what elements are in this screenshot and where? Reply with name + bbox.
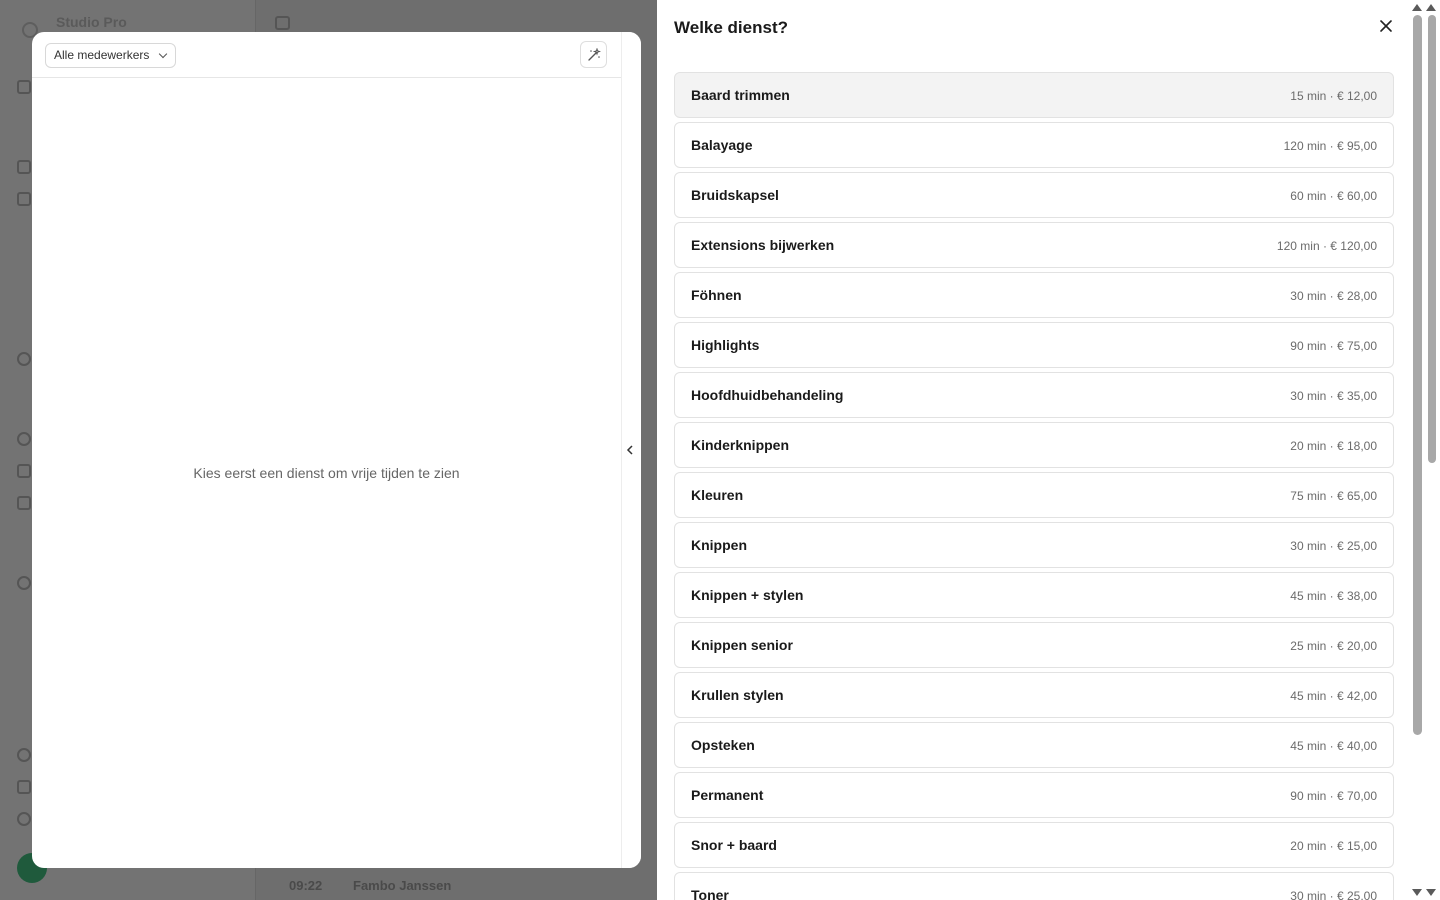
service-duration-price: 60 min · € 60,00 <box>1290 189 1377 203</box>
availability-toolbar: Alle medewerkers <box>32 32 621 78</box>
service-name: Opsteken <box>691 737 755 753</box>
scroll-up-arrow-icon[interactable] <box>1426 4 1436 11</box>
brand-name: Studio Pro <box>56 14 127 30</box>
service-name: Föhnen <box>691 287 742 303</box>
service-duration-price: 75 min · € 65,00 <box>1290 489 1377 503</box>
service-name: Kleuren <box>691 487 744 503</box>
service-name: Knippen + stylen <box>691 587 804 603</box>
service-duration-price: 90 min · € 75,00 <box>1290 339 1377 353</box>
settings-icon <box>17 576 31 590</box>
appointment-time: 09:22 <box>289 878 323 893</box>
service-item[interactable]: Bruidskapsel 60 min · € 60,00 <box>674 172 1394 218</box>
collapse-panel-button[interactable] <box>625 443 637 457</box>
service-item[interactable]: Kleuren 75 min · € 65,00 <box>674 472 1394 518</box>
staff-filter-value: Alle medewerkers <box>54 48 150 62</box>
staff-filter-select[interactable]: Alle medewerkers <box>45 43 177 68</box>
service-item[interactable]: Hoofdhuidbehandeling 30 min · € 35,00 <box>674 372 1394 418</box>
chevron-left-icon <box>626 445 633 455</box>
empty-state-message: Kies eerst een dienst om vrije tijden te… <box>193 465 460 481</box>
service-item[interactable]: Snor + baard 20 min · € 15,00 <box>674 822 1394 868</box>
service-name: Bruidskapsel <box>691 187 779 203</box>
chevron-down-icon <box>159 49 168 59</box>
service-item[interactable]: Knippen 30 min · € 25,00 <box>674 522 1394 568</box>
service-item[interactable]: Knippen + stylen 45 min · € 38,00 <box>674 572 1394 618</box>
sheet-title: Welke dienst? <box>674 18 788 37</box>
service-duration-price: 45 min · € 40,00 <box>1290 739 1377 753</box>
service-duration-price: 90 min · € 70,00 <box>1290 789 1377 803</box>
service-name: Highlights <box>691 337 760 353</box>
search-icon <box>17 748 31 762</box>
service-name: Knippen <box>691 537 747 553</box>
service-duration-price: 20 min · € 15,00 <box>1290 839 1377 853</box>
service-item[interactable]: Krullen stylen 45 min · € 42,00 <box>674 672 1394 718</box>
scroll-up-arrow-icon[interactable] <box>1412 4 1422 11</box>
service-duration-price: 120 min · € 95,00 <box>1283 139 1377 153</box>
tag-icon <box>17 464 31 478</box>
service-duration-price: 30 min · € 35,00 <box>1290 389 1377 403</box>
service-name: Kinderknippen <box>691 437 790 453</box>
service-duration-price: 45 min · € 42,00 <box>1290 689 1377 703</box>
scroll-down-arrow-icon[interactable] <box>1426 889 1436 896</box>
service-item[interactable]: Permanent 90 min · € 70,00 <box>674 772 1394 818</box>
service-list: Baard trimmen 15 min · € 12,00 Balayage 120… <box>674 72 1394 900</box>
service-item[interactable]: Highlights 90 min · € 75,00 <box>674 322 1394 368</box>
service-item[interactable]: Föhnen 30 min · € 28,00 <box>674 272 1394 318</box>
service-duration-price: 30 min · € 25,00 <box>1290 539 1377 553</box>
service-duration-price: 45 min · € 38,00 <box>1290 589 1377 603</box>
service-duration-price: 30 min · € 28,00 <box>1290 289 1377 303</box>
sidebar-toggle-icon <box>275 16 290 30</box>
service-name: Extensions bijwerken <box>691 237 835 253</box>
service-name: Baard trimmen <box>691 87 790 103</box>
service-item[interactable]: Knippen senior 25 min · € 20,00 <box>674 622 1394 668</box>
chat-icon <box>17 780 31 794</box>
service-name: Toner <box>691 887 729 900</box>
availability-panel: Alle medewerkers Kies eerst een dienst o… <box>32 32 641 868</box>
service-duration-price: 20 min · € 18,00 <box>1290 439 1377 453</box>
service-name: Permanent <box>691 787 764 803</box>
service-duration-price: 25 min · € 20,00 <box>1290 639 1377 653</box>
service-picker-sheet: Welke dienst? Baard trimmen 15 min · € 12… <box>657 0 1440 900</box>
service-item[interactable]: Baard trimmen 15 min · € 12,00 <box>674 72 1394 118</box>
close-icon <box>1380 20 1392 32</box>
service-item[interactable]: Extensions bijwerken 120 min · € 120,00 <box>674 222 1394 268</box>
service-item[interactable]: Opsteken 45 min · € 40,00 <box>674 722 1394 768</box>
service-name: Hoofdhuidbehandeling <box>691 387 844 403</box>
close-button[interactable] <box>1376 16 1396 36</box>
service-duration-price: 15 min · € 12,00 <box>1290 89 1377 103</box>
service-duration-price: 30 min · € 25,00 <box>1290 889 1377 900</box>
scrollbar-thumb[interactable] <box>1428 15 1436 463</box>
service-item[interactable]: Balayage 120 min · € 95,00 <box>674 122 1394 168</box>
service-item[interactable]: Toner 30 min · € 25,00 <box>674 872 1394 900</box>
users-icon <box>17 432 31 446</box>
scrollbar-thumb[interactable] <box>1413 15 1422 735</box>
scroll-down-arrow-icon[interactable] <box>1412 889 1422 896</box>
service-name: Balayage <box>691 137 753 153</box>
service-duration-price: 120 min · € 120,00 <box>1276 239 1377 253</box>
staff-icon <box>17 496 31 510</box>
service-item[interactable]: Kinderknippen 20 min · € 18,00 <box>674 422 1394 468</box>
service-name: Knippen senior <box>691 637 793 653</box>
auto-suggest-button[interactable] <box>580 41 607 68</box>
help-icon <box>17 812 31 826</box>
appointment-client: Fambo Janssen <box>353 878 452 893</box>
calendar-icon <box>17 160 31 174</box>
service-name: Snor + baard <box>691 837 777 853</box>
service-name: Krullen stylen <box>691 687 784 703</box>
clock-icon <box>17 352 31 366</box>
magic-wand-icon <box>587 47 601 61</box>
dashboard-icon <box>17 80 31 94</box>
clipboard-icon <box>17 192 31 206</box>
